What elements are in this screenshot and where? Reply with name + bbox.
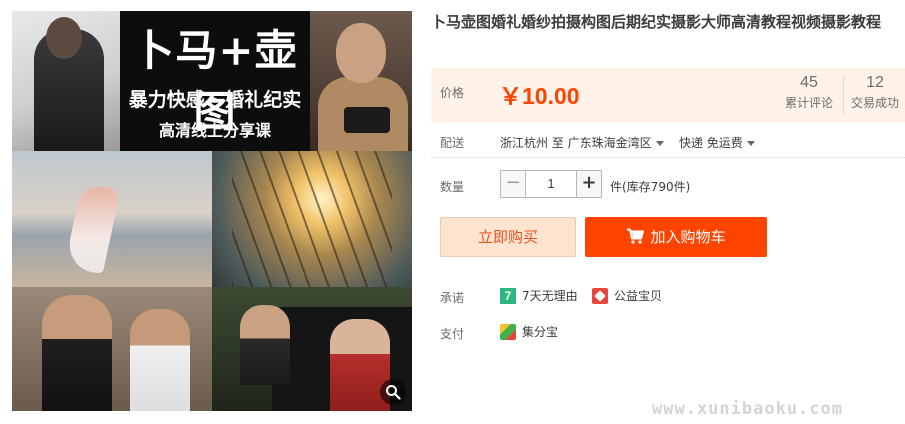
- chevron-down-icon: [655, 141, 664, 146]
- course-banner: 卜马+壶图 暴力快感 · 婚礼纪实 高清线上分享课: [120, 11, 310, 151]
- shipping-destination: 广东珠海金湾区: [567, 136, 652, 150]
- photographer-photo: [12, 11, 120, 151]
- seven-day-return-icon: 7: [500, 287, 516, 304]
- jifenbao-icon: [500, 323, 516, 340]
- banner-tagline: 高清线上分享课: [158, 121, 271, 140]
- add-to-cart-button[interactable]: 加入购物车: [585, 217, 767, 257]
- payment-method-badge[interactable]: 集分宝: [500, 323, 558, 340]
- payment-label: 支付: [440, 327, 465, 341]
- reviews-stat[interactable]: 45 累计评论: [777, 74, 841, 111]
- sunset-tree-photo: [212, 151, 412, 287]
- chevron-down-icon: [746, 141, 755, 146]
- promise-label: 承诺: [440, 291, 465, 305]
- quantity-decrease-button[interactable]: −: [500, 170, 526, 198]
- charity-text: 公益宝贝: [614, 289, 663, 303]
- beach-bride-photo: [12, 151, 212, 287]
- return-policy-text: 7天无理由: [522, 289, 578, 303]
- sold-count: 12: [866, 74, 884, 91]
- reviews-count: 45: [800, 74, 818, 91]
- add-to-cart-label: 加入购物车: [650, 228, 726, 246]
- product-main-image[interactable]: 卜马+壶图 暴力快感 · 婚礼纪实 高清线上分享课: [12, 11, 412, 411]
- payment-method-text: 集分宝: [522, 325, 559, 339]
- quantity-label: 数量: [440, 180, 465, 194]
- price-value: ￥10.00: [499, 83, 580, 109]
- eating-men-photo: [12, 287, 212, 411]
- divider: [431, 157, 905, 158]
- shipping-info: 浙江杭州 至 广东珠海金湾区 快递 免运费: [500, 134, 755, 151]
- photographer-camera-photo: [310, 11, 412, 151]
- buy-now-button[interactable]: 立即购买: [440, 217, 576, 257]
- site-watermark: www.xunibaoku.com: [652, 399, 843, 419]
- shipping-method-select[interactable]: 快递 免运费: [679, 136, 755, 150]
- banner-subtitle: 暴力快感 · 婚礼纪实: [128, 89, 302, 111]
- quantity-stepper: − 1 +: [500, 170, 602, 198]
- reviews-label: 累计评论: [784, 96, 833, 110]
- shipping-from: 浙江杭州 至: [500, 136, 564, 150]
- quantity-increase-button[interactable]: +: [576, 170, 602, 198]
- sold-stat: 12 交易成功: [843, 74, 905, 111]
- shipping-method: 快递 免运费: [678, 136, 743, 150]
- product-title: 卜马壶图婚礼婚纱拍摄构图后期纪实摄影大师高清教程视频摄影教程: [431, 13, 882, 31]
- zoom-icon[interactable]: [380, 379, 406, 405]
- quantity-input[interactable]: 1: [526, 170, 576, 198]
- sold-label: 交易成功: [850, 96, 899, 110]
- price-panel: 价格 ￥10.00 45 累计评论 12 交易成功: [431, 68, 905, 122]
- cart-icon: [627, 228, 645, 244]
- return-policy-badge[interactable]: 7 7天无理由: [500, 287, 578, 304]
- stock-info: 件(库存790件): [610, 180, 691, 194]
- shipping-destination-select[interactable]: 广东珠海金湾区: [568, 136, 664, 150]
- shipping-label: 配送: [440, 136, 465, 150]
- charity-badge[interactable]: 公益宝贝: [592, 287, 662, 304]
- price-label: 价格: [440, 86, 465, 100]
- charity-heart-icon: [592, 287, 608, 304]
